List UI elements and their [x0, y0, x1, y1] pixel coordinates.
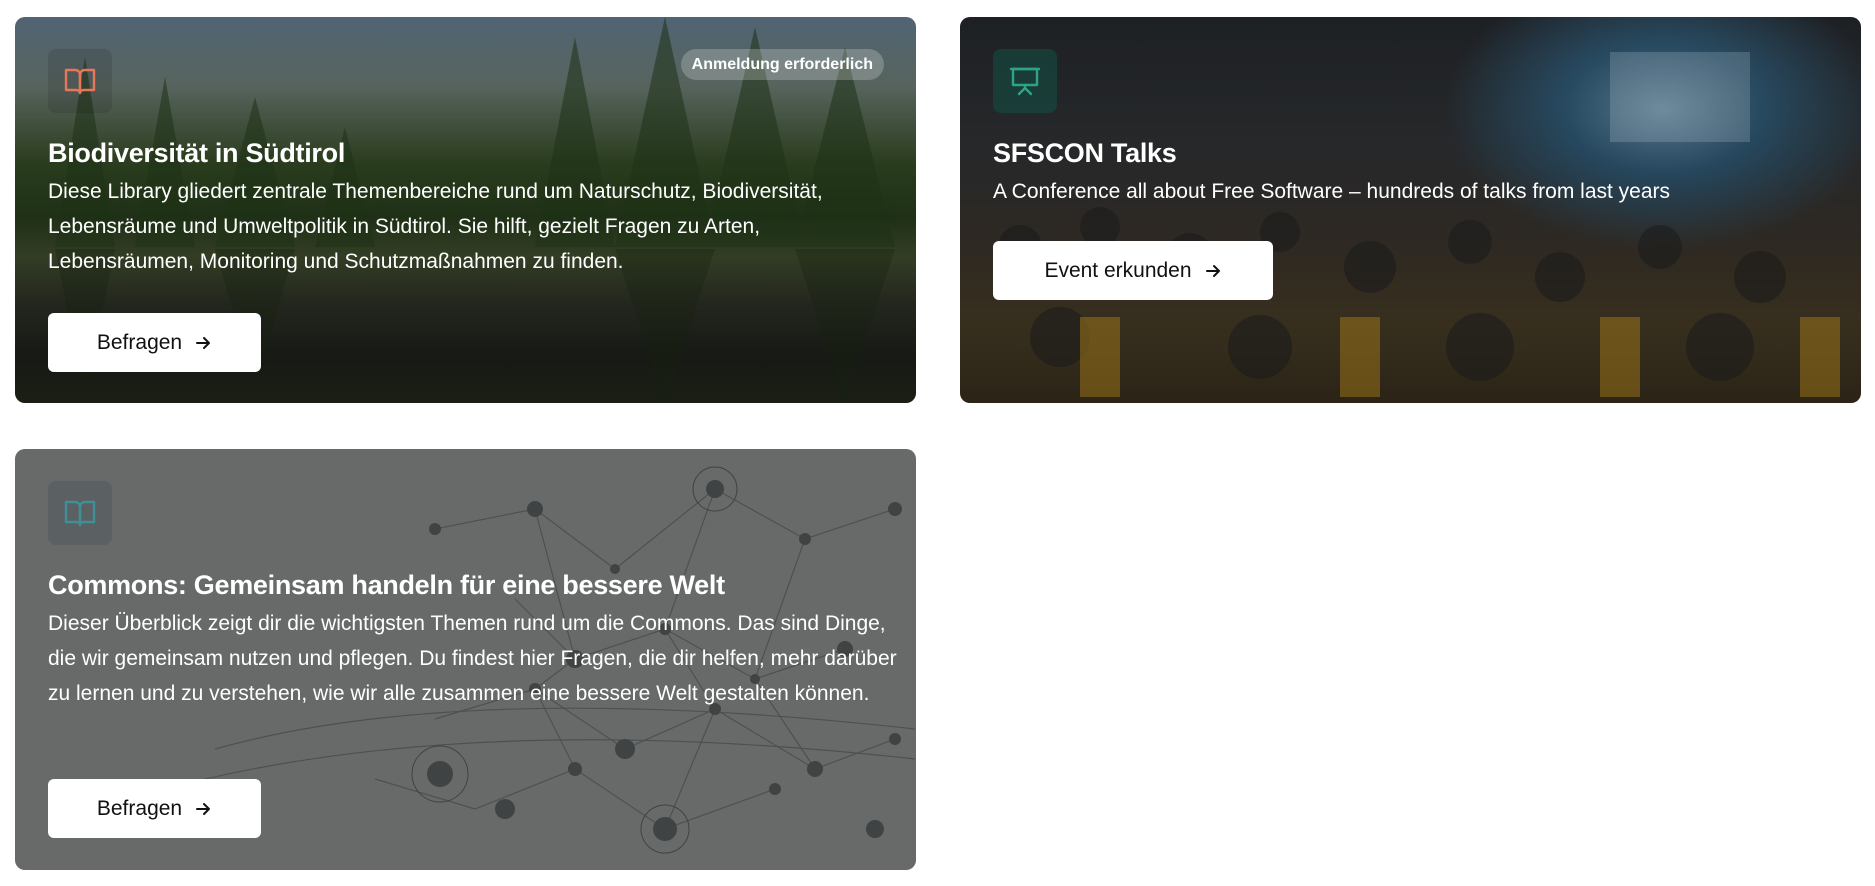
book-open-icon [48, 481, 112, 545]
button-label: Befragen [96, 330, 183, 354]
book-open-icon [48, 49, 112, 113]
event-card-sfscon[interactable]: SFSCON Talks A Conference all about Free… [960, 17, 1861, 403]
presentation-icon [993, 49, 1057, 113]
library-card-biodiversity[interactable]: Anmeldung erforderlich Biodiversität in … [15, 17, 916, 403]
arrow-right-icon [1204, 262, 1222, 280]
button-label: Event erkunden [1044, 258, 1192, 282]
card-description: A Conference all about Free Software – h… [993, 180, 1671, 203]
card-title: SFSCON Talks [993, 138, 1177, 168]
card-title: Biodiversität in Südtirol [48, 138, 346, 168]
card-description: Dieser Überblick zeigt dir die wichtigst… [48, 612, 897, 705]
arrow-right-icon [194, 334, 212, 352]
card-description: Diese Library gliedert zentrale Themenbe… [48, 180, 823, 273]
login-required-badge: Anmeldung erforderlich [680, 49, 884, 80]
ask-button[interactable]: Befragen [48, 779, 261, 838]
card-title: Commons: Gemeinsam handeln für eine bess… [48, 570, 725, 600]
arrow-right-icon [194, 800, 212, 818]
button-label: Befragen [96, 796, 183, 820]
explore-event-button[interactable]: Event erkunden [993, 241, 1273, 300]
ask-button[interactable]: Befragen [48, 313, 261, 372]
library-card-commons[interactable]: Commons: Gemeinsam handeln für eine bess… [15, 449, 916, 870]
